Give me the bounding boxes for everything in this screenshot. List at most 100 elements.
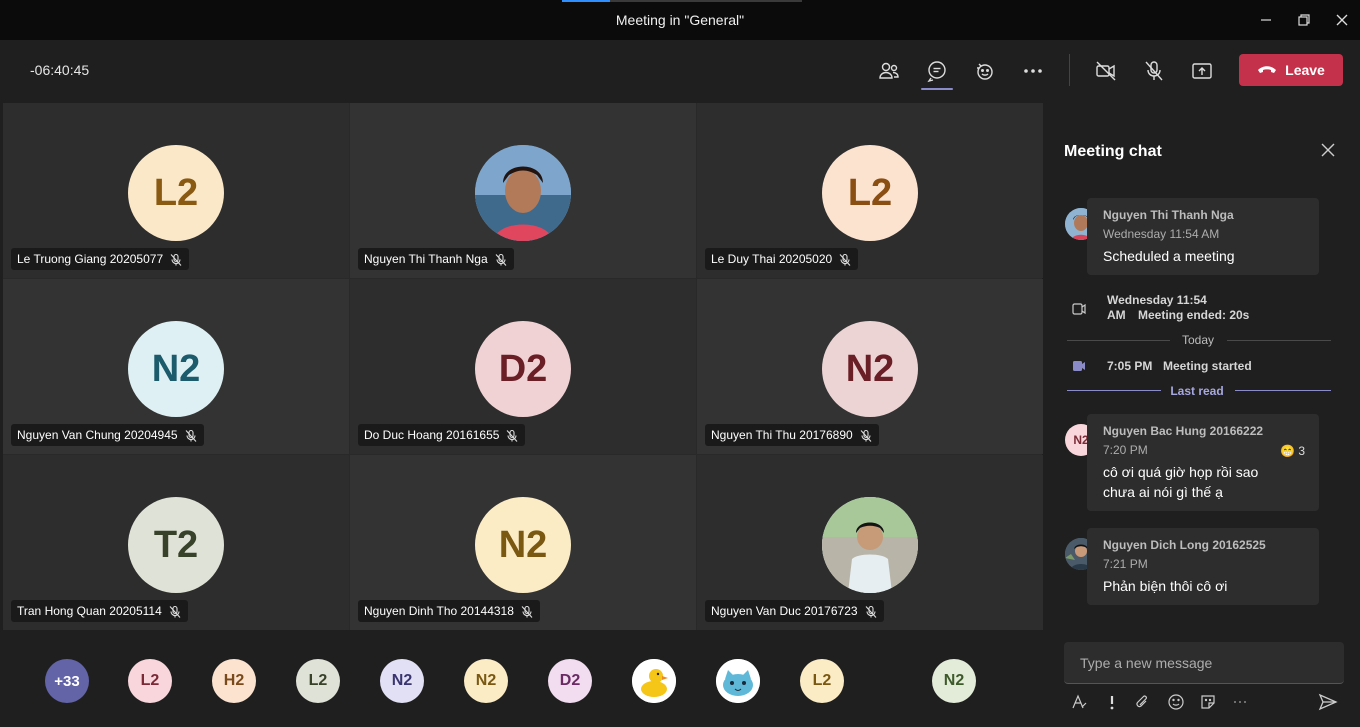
participant-name-label: Nguyen Thi Thanh Nga [358,248,514,270]
overflow-participant-avatar[interactable]: H2 [212,659,256,703]
avatar: N2 [475,497,571,593]
meeting-started-icon [1070,357,1088,375]
message-text: cô ơi quá giờ họp rồi sao chưa ai nói gì… [1103,464,1259,500]
leave-button[interactable]: Leave [1239,54,1343,86]
message-time: 7:20 PM [1103,443,1148,457]
overflow-participant-avatar[interactable]: L2 [800,659,844,703]
message-author: Nguyen Bac Hung 20166222 [1103,424,1264,438]
reaction-count[interactable]: 😁 3 [1280,444,1305,458]
mic-muted-icon [168,604,182,618]
message-author: Nguyen Thi Thanh Nga [1103,208,1234,222]
title-accent [562,0,802,2]
participant-name: Le Truong Giang 20205077 [17,252,164,266]
title-bar: Meeting in "General" [0,0,1360,40]
overflow-participant-avatar[interactable] [632,659,676,703]
close-window-icon[interactable] [1330,8,1354,32]
mic-muted-icon [169,252,183,266]
overflow-participant-avatar[interactable]: D2 [548,659,592,703]
participant-tile[interactable]: D2 Do Duc Hoang 20161655 [350,279,696,454]
participant-tile[interactable]: N2 Nguyen Thi Thu 20176890 [697,279,1043,454]
divider [1227,340,1331,341]
message-time: Wednesday 11:54 AM [1103,227,1220,241]
avatar: D2 [475,321,571,417]
format-icon[interactable] [1069,692,1089,712]
divider [1067,390,1161,391]
emoji-icon[interactable] [1166,692,1186,712]
mic-muted-icon [505,428,519,442]
maximize-icon[interactable] [1292,8,1316,32]
participant-tile[interactable]: Nguyen Thi Thanh Nga [350,103,696,278]
participant-tile[interactable]: N2 Nguyen Van Chung 20204945 [3,279,349,454]
divider [1235,390,1331,391]
meeting-timer: -06:40:45 [30,62,90,78]
share-screen-icon[interactable] [1187,56,1217,86]
participant-name: Nguyen Van Duc 20176723 [711,604,858,618]
attach-icon[interactable] [1132,692,1152,712]
overflow-participant-avatar[interactable]: L2 [296,659,340,703]
avatar: L2 [128,145,224,241]
avatar: N2 [822,321,918,417]
divider [1067,340,1170,341]
overflow-participant-avatar[interactable]: N2 [464,659,508,703]
participant-name-label: Do Duc Hoang 20161655 [358,424,526,446]
message-author: Nguyen Dich Long 20162525 [1103,538,1266,552]
close-chat-icon[interactable] [1319,141,1337,159]
meeting-started-time: 7:05 PM [1107,359,1153,373]
participant-name: Le Duy Thai 20205020 [711,252,833,266]
overflow-count-badge[interactable]: +33 [45,659,89,703]
toolbar-separator [1069,54,1070,86]
participant-name-label: Le Truong Giang 20205077 [11,248,190,270]
participant-name-label: Nguyen Van Duc 20176723 [705,600,884,622]
important-icon[interactable] [1102,692,1122,712]
avatar [475,145,571,241]
mic-muted-icon [859,428,873,442]
overflow-participant-avatar[interactable]: N2 [380,659,424,703]
avatar [822,497,918,593]
participant-name: Nguyen Thi Thu 20176890 [711,428,853,442]
participant-name: Tran Hong Quan 20205114 [17,604,162,618]
message-compose-input[interactable]: Type a new message [1064,642,1344,684]
message-time: 7:21 PM [1103,557,1148,571]
leave-label: Leave [1285,62,1325,78]
sticker-icon[interactable] [1198,692,1218,712]
participant-tile[interactable]: L2 Le Truong Giang 20205077 [3,103,349,278]
more-options-icon[interactable] [1018,56,1048,86]
participant-tile[interactable]: L2 Le Duy Thai 20205020 [697,103,1043,278]
avatar: T2 [128,497,224,593]
reactions-icon[interactable] [970,56,1000,86]
participant-name: Nguyen Dinh Tho 20144318 [364,604,514,618]
mic-muted-icon [838,252,852,266]
participant-name-label: Le Duy Thai 20205020 [705,248,859,270]
minimize-icon[interactable] [1254,8,1278,32]
chat-icon[interactable] [921,56,953,90]
chat-message: Nguyen Dich Long 20162525 7:21 PM Phản b… [1087,528,1319,605]
participant-name-label: Nguyen Thi Thu 20176890 [705,424,879,446]
meeting-toolbar: -06:40:45 Leave [0,40,1360,100]
meeting-chat-panel: Meeting chat Nguyen Thi Thanh Nga Wednes… [1045,100,1360,727]
mic-muted-icon [494,252,508,266]
participant-tile[interactable]: N2 Nguyen Dinh Tho 20144318 [350,455,696,630]
more-compose-icon[interactable] [1230,692,1250,712]
meeting-started-text: Meeting started [1163,359,1252,373]
meeting-ended-text: Meeting ended: 20s [1138,308,1250,322]
mic-off-icon[interactable] [1139,56,1169,86]
send-icon[interactable] [1318,692,1338,712]
participant-tile[interactable]: T2 Tran Hong Quan 20205114 [3,455,349,630]
participant-tile[interactable]: Nguyen Van Duc 20176723 [697,455,1043,630]
last-read-label: Last read [1170,384,1224,398]
overflow-participant-avatar[interactable] [716,659,760,703]
participant-name-label: Nguyen Van Chung 20204945 [11,424,204,446]
message-text: Phản biện thôi cô ơi [1103,578,1228,594]
participant-name: Do Duc Hoang 20161655 [364,428,500,442]
window-title: Meeting in "General" [615,12,745,28]
mic-muted-icon [864,604,878,618]
hang-up-icon [1258,66,1277,73]
participants-icon[interactable] [874,56,904,86]
overflow-participant-avatar[interactable]: N2 [932,659,976,703]
video-grid: L2 Le Truong Giang 20205077 Nguyen Thi Tha… [3,103,1043,630]
overflow-participants-bar: +33 L2 H2 L2 N2 N2 D2 L2 N2 [0,632,1045,727]
overflow-participant-avatar[interactable]: L2 [128,659,172,703]
avatar: L2 [822,145,918,241]
camera-off-icon[interactable] [1091,56,1121,86]
mic-muted-icon [520,604,534,618]
